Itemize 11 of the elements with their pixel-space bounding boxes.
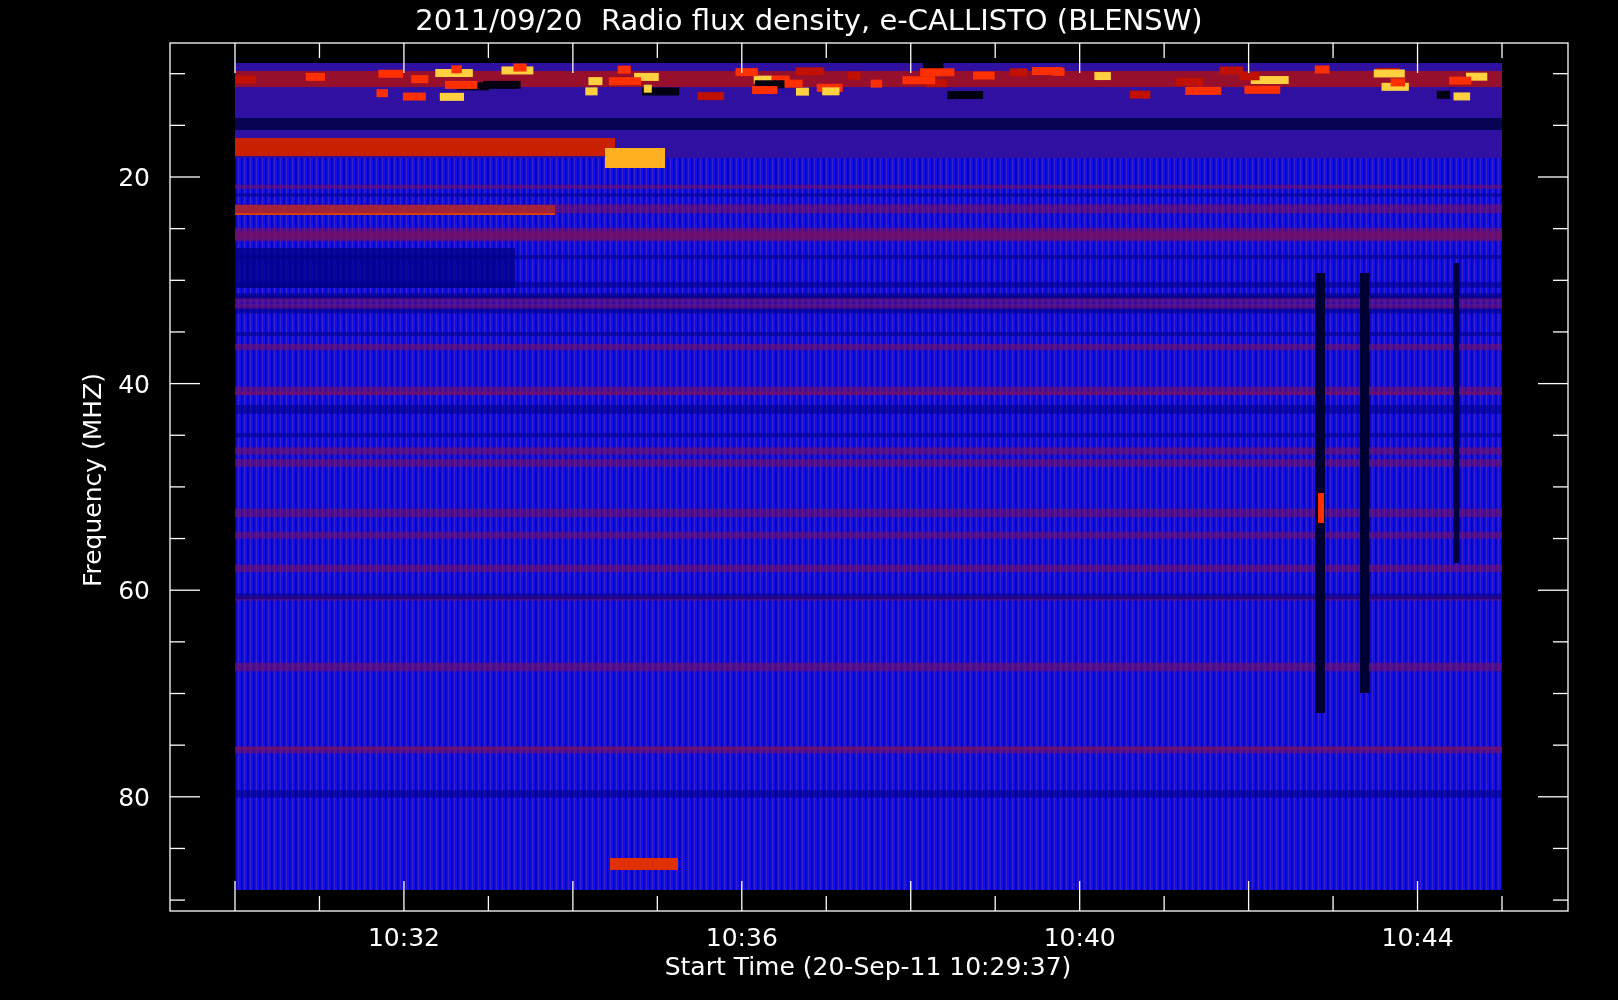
x-tick-label: 10:36 [705, 923, 778, 952]
chart-title: 2011/09/20 Radio flux density, e-CALLISTO (BLENSW) [415, 3, 1203, 37]
x-tick-label: 10:44 [1381, 923, 1454, 952]
y-tick-label: 40 [118, 369, 150, 399]
y-axis-label: Frequency (MHZ) [78, 372, 107, 588]
x-axis-label: Start Time (20-Sep-11 10:29:37) [664, 952, 1072, 981]
y-tick-label: 20 [118, 163, 150, 192]
y-tick-label: 60 [118, 576, 150, 606]
x-tick-label: 10:32 [367, 923, 440, 952]
y-tick-label: 80 [118, 782, 150, 812]
x-tick-label: 10:40 [1043, 923, 1116, 952]
